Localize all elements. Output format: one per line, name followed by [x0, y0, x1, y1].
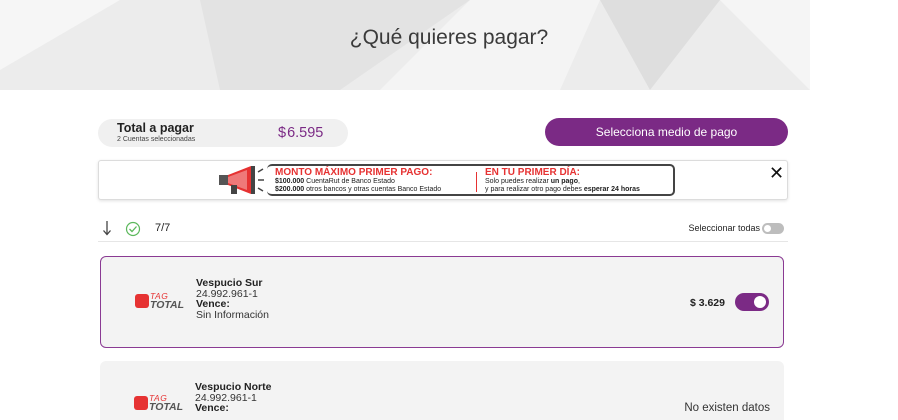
total-amount: $6.595	[278, 125, 323, 141]
header-right-edge	[810, 0, 898, 90]
promo-right-heading: EN TU PRIMER DÍA:	[485, 167, 580, 178]
due-label: Vence:	[195, 402, 229, 414]
page-header: ¿Qué quieres pagar?	[0, 0, 898, 90]
promo-text-1: CuentaRut de Banco Estado	[304, 178, 395, 185]
currency-symbol: $	[278, 125, 287, 141]
promo-amount-1: $100.000	[275, 178, 305, 185]
promo-text-4: y para realizar otro pago debes	[485, 186, 584, 193]
close-icon[interactable]: ✕	[769, 163, 784, 184]
promo-banner: MONTO MÁXIMO PRIMER PAGO: $100.000 Cuent…	[98, 160, 788, 200]
filter-row: 7/7 Seleccionar todas	[98, 218, 788, 242]
promo-text-3: Solo puedes realizar	[485, 178, 551, 185]
due-value: Sin Información	[196, 308, 269, 321]
promo-right-line-2: y para realizar otro pago debes esperar …	[485, 186, 640, 194]
sort-down-icon[interactable]	[102, 220, 112, 236]
tag-total-logo: TAG TOTAL	[134, 393, 184, 415]
select-payment-method-button[interactable]: Selecciona medio de pago	[545, 118, 788, 146]
no-data-status: No existen datos	[684, 402, 770, 414]
account-info: Vespucio Norte 24.992.961-1 Vence:	[195, 382, 271, 414]
selected-accounts-count: 7/7	[155, 222, 171, 234]
total-summary: Total a pagar 2 Cuentas seleccionadas $6…	[98, 119, 348, 147]
account-name: Vespucio Norte	[195, 381, 272, 393]
account-name: Vespucio Sur	[196, 277, 263, 289]
logo-total-text: TOTAL	[149, 401, 184, 413]
account-amount: $ 3.629	[689, 297, 725, 309]
promo-message-box: MONTO MÁXIMO PRIMER PAGO: $100.000 Cuent…	[267, 164, 675, 196]
check-circle-icon[interactable]	[125, 221, 141, 237]
total-label: Total a pagar	[117, 121, 194, 135]
promo-left-line-1: $100.000 CuentaRut de Banco Estado	[275, 178, 441, 186]
select-all-toggle[interactable]	[762, 223, 784, 234]
account-info: Vespucio Sur 24.992.961-1 Vence: Sin Inf…	[196, 278, 269, 320]
select-all-label: Seleccionar todas	[688, 223, 760, 233]
tag-total-logo: TAG TOTAL	[135, 291, 185, 313]
promo-bold-4: esperar 24 horas	[583, 186, 640, 193]
promo-text-3-end: ,	[577, 178, 580, 185]
due-label: Vence:	[196, 298, 230, 310]
megaphone-icon	[219, 166, 264, 194]
promo-divider	[476, 172, 477, 192]
promo-right-line-1: Solo puedes realizar un pago,	[485, 178, 640, 186]
promo-text-2: otros bancos y otras cuentas Banco Estad…	[304, 186, 442, 193]
promo-first-day: EN TU PRIMER DÍA: Solo puedes realizar u…	[485, 167, 640, 194]
logo-total-text: TOTAL	[150, 299, 185, 311]
account-card[interactable]: TAG TOTAL Vespucio Norte 24.992.961-1 Ve…	[100, 361, 784, 420]
tag-logo-icon	[135, 294, 149, 308]
account-card[interactable]: TAG TOTAL Vespucio Sur 24.992.961-1 Venc…	[100, 256, 784, 348]
total-amount-value: 6.595	[287, 125, 324, 141]
tag-logo-icon	[134, 396, 148, 410]
promo-bold-3: un pago	[550, 178, 578, 185]
promo-left-heading: MONTO MÁXIMO PRIMER PAGO:	[275, 167, 433, 178]
account-select-toggle[interactable]	[735, 293, 769, 311]
page-title: ¿Qué quieres pagar?	[349, 26, 549, 49]
selected-count: 2 Cuentas seleccionadas	[117, 136, 196, 143]
promo-left-line-2: $200.000 otros bancos y otras cuentas Ba…	[275, 186, 441, 194]
promo-amount-2: $200.000	[275, 186, 305, 193]
promo-max-amount: MONTO MÁXIMO PRIMER PAGO: $100.000 Cuent…	[275, 167, 441, 194]
